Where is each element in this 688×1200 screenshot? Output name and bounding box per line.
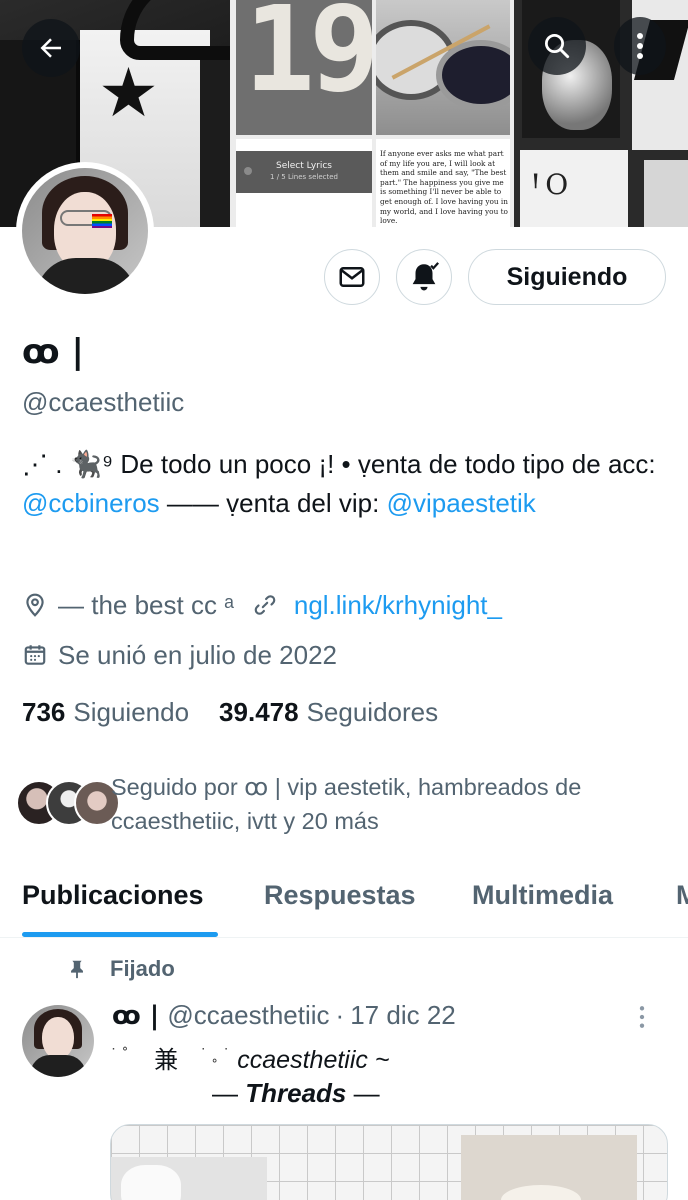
- tab-publicaciones[interactable]: Publicaciones: [22, 880, 204, 911]
- mail-icon: [339, 267, 365, 287]
- location-icon: [26, 593, 44, 617]
- banner-number: 19: [244, 0, 372, 118]
- tab-more[interactable]: M: [676, 880, 688, 911]
- following-stat[interactable]: 736 Siguiendo: [22, 697, 189, 728]
- post-author-name[interactable]: ꝏ |: [112, 1001, 159, 1031]
- bio-mention-vipaestetik[interactable]: @vipaestetik: [387, 488, 536, 518]
- post-header: ꝏ | @ccaesthetiic · 17 dic 22: [112, 1000, 456, 1031]
- pride-flag-icon: [92, 214, 112, 228]
- star-icon: ★: [98, 54, 159, 133]
- bio-text-2: —— ṿenta del vip:: [159, 488, 387, 518]
- banner-image-lyrics: Select Lyrics 1 / 5 Lines selected: [236, 139, 372, 227]
- location-text: — the best cc ᵃ: [58, 589, 234, 620]
- joined-date: Se unió en julio de 2022: [58, 639, 338, 670]
- banner-art-text: ꞋO: [530, 168, 573, 201]
- active-tab-indicator: [22, 932, 218, 937]
- following-count: 736: [22, 697, 66, 727]
- followers-label: Seguidores: [306, 697, 439, 727]
- post-author-avatar[interactable]: [22, 1005, 94, 1077]
- followers-stat[interactable]: 39.478 Seguidores: [219, 697, 438, 728]
- lyrics-subtitle: 1 / 5 Lines selected: [270, 173, 338, 181]
- followed-by-text: Seguido por ꝏ | vip aestetik, hambreados…: [111, 774, 582, 834]
- post-more-button[interactable]: [638, 1004, 646, 1034]
- post-dash-left: —: [212, 1078, 246, 1108]
- post-separator: ·: [335, 1000, 345, 1030]
- post-dash-right: —: [346, 1078, 380, 1108]
- post-text-line-2: — Threads —: [212, 1078, 380, 1109]
- message-button[interactable]: [324, 249, 380, 305]
- bell-check-icon: [412, 262, 440, 291]
- post-char: 兼: [154, 1046, 179, 1074]
- notifications-button[interactable]: [396, 249, 452, 305]
- post-media[interactable]: [110, 1124, 668, 1200]
- user-handle: @ccaesthetiic: [22, 387, 185, 417]
- pinned-indicator: Fijado: [66, 956, 175, 982]
- bio-text-1: ⋰ . 🐈‍⬛⁹ De todo un poco ¡! • ṿenta de t…: [22, 449, 656, 479]
- back-arrow-icon: [40, 38, 61, 58]
- back-button[interactable]: [22, 19, 80, 77]
- bio-mention-ccbineros[interactable]: @ccbineros: [22, 488, 160, 518]
- following-button[interactable]: Siguiendo: [468, 249, 666, 305]
- profile-meta-joined: Se unió en julio de 2022: [22, 637, 337, 673]
- profile-bio: ⋰ . 🐈‍⬛⁹ De todo un poco ¡! • ṿenta de t…: [22, 445, 662, 523]
- banner-quote: If anyone ever asks me what part of my l…: [380, 149, 508, 226]
- more-options-button[interactable]: [614, 17, 666, 75]
- followers-count: 39.478: [219, 697, 299, 727]
- tab-multimedia[interactable]: Multimedia: [472, 880, 613, 911]
- banner-image-number: 19: [236, 0, 372, 135]
- banner-image-drums: [376, 0, 510, 135]
- pinned-label: Fijado: [110, 956, 175, 981]
- profile-meta-location-url: — the best cc ᵃ ngl.link/krhynight_: [22, 587, 502, 623]
- post-text-line-1: ˙ ˚ 兼 ˙ ˳ ˙ ccaesthetiic ~: [110, 1040, 389, 1075]
- profile-url-link[interactable]: ngl.link/krhynight_: [294, 590, 502, 621]
- post-author-handle[interactable]: @ccaesthetiic: [167, 1000, 329, 1031]
- post-date[interactable]: 17 dic 22: [350, 1000, 456, 1031]
- following-label: Siguiendo: [73, 697, 190, 727]
- more-vertical-icon: [637, 33, 643, 59]
- display-name: ꝏ |: [22, 332, 84, 372]
- avatar: [22, 168, 148, 294]
- post-title-text: ccaesthetiic ~: [237, 1046, 390, 1074]
- banner-image-quote: If anyone ever asks me what part of my l…: [376, 139, 510, 227]
- follow-stats: 736 Siguiendo 39.478 Seguidores: [22, 697, 438, 728]
- profile-tabs: Publicaciones Respuestas Multimedia M: [0, 870, 688, 938]
- post-threads-text: Threads: [245, 1078, 347, 1108]
- post-marks-1: ˙ ˚: [110, 1047, 129, 1063]
- more-vertical-icon: [639, 1006, 645, 1028]
- profile-avatar[interactable]: [16, 162, 154, 300]
- post-marks-2: ˙ ˳ ˙: [199, 1047, 230, 1063]
- tab-respuestas[interactable]: Respuestas: [264, 880, 416, 911]
- search-button[interactable]: [528, 17, 586, 75]
- link-icon: [254, 595, 276, 615]
- pin-icon: [71, 960, 83, 979]
- calendar-icon: [24, 645, 46, 665]
- search-icon: [545, 34, 570, 59]
- lyrics-title: Select Lyrics: [276, 161, 332, 171]
